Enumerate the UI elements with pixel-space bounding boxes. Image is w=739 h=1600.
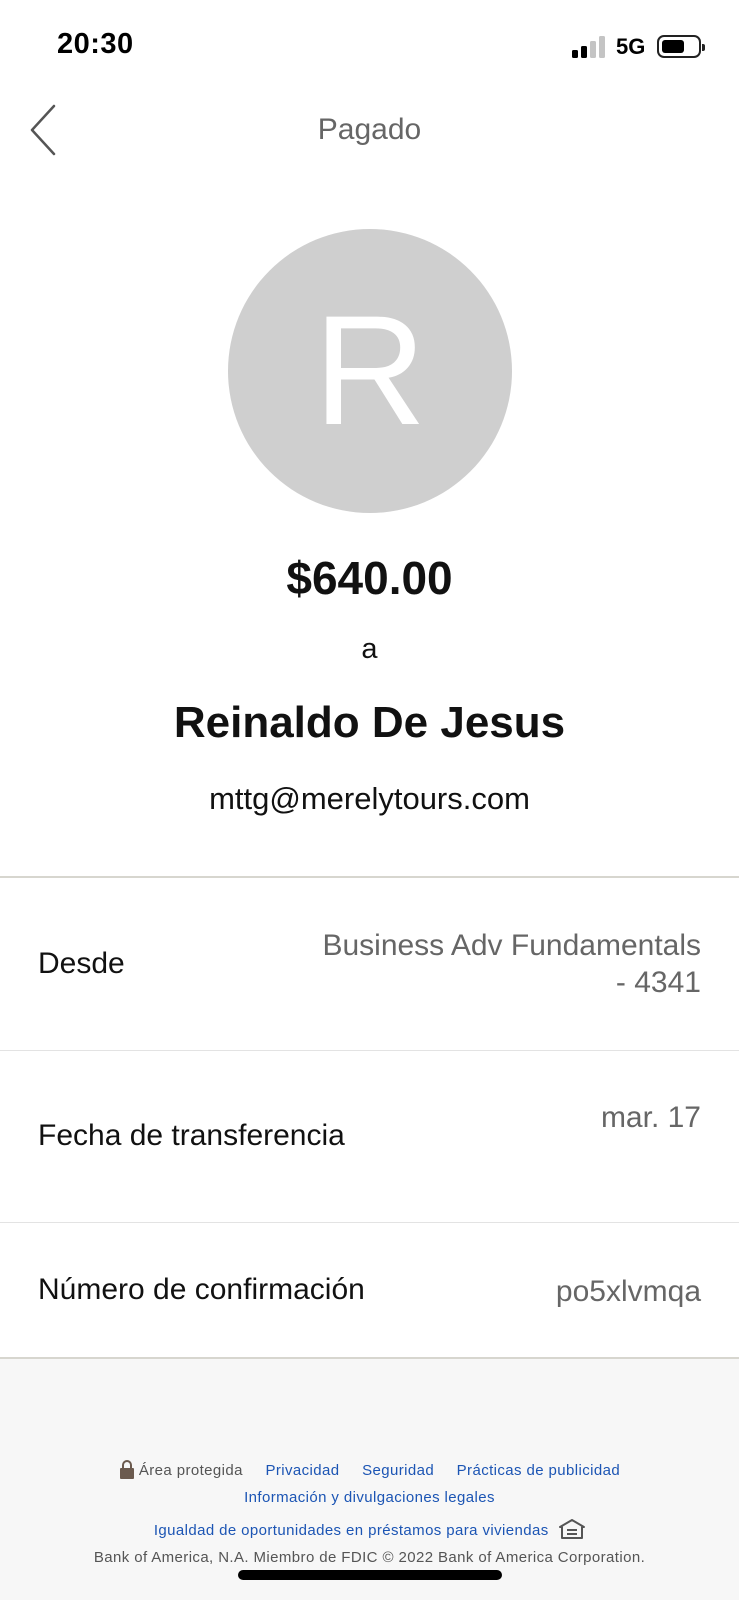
from-label: Desde	[38, 947, 125, 980]
avatar: R	[228, 229, 512, 513]
date-label: Fecha de transferencia	[38, 1119, 345, 1152]
row-divider	[0, 1222, 739, 1223]
from-value: Business Adv Fundamentals - 4341	[322, 927, 701, 1001]
security-link[interactable]: Seguridad	[362, 1462, 434, 1479]
confirmation-label: Número de confirmación	[38, 1273, 365, 1306]
cellular-signal-icon	[572, 36, 606, 58]
copyright: Bank of America, N.A. Miembro de FDIC © …	[93, 1549, 646, 1566]
footer: Área protegida Privacidad Seguridad Prác…	[0, 1359, 739, 1600]
legal-link[interactable]: Información y divulgaciones legales	[244, 1489, 495, 1506]
equal-housing-link[interactable]: Igualdad de oportunidades en préstamos p…	[154, 1522, 549, 1539]
recipient-name: Reinaldo De Jesus	[173, 698, 566, 747]
status-time: 20:30	[57, 28, 134, 60]
payment-amount: $640.00	[286, 552, 453, 604]
secure-area-label: Área protegida	[138, 1462, 243, 1479]
from-account-name: Business Adv Fundamentals	[322, 929, 701, 962]
payment-detail-screen: 20:30 5G Pagado R $640.00 a Reinaldo De …	[0, 0, 739, 1600]
page-title: Pagado	[317, 113, 422, 146]
home-indicator[interactable]	[238, 1570, 502, 1580]
section-divider	[0, 876, 739, 878]
date-value: mar. 17	[600, 1101, 701, 1134]
equal-housing-icon	[559, 1519, 586, 1539]
confirmation-value: po5xlvmqa	[555, 1275, 701, 1308]
to-preposition: a	[361, 633, 378, 665]
secure-area: Área protegida	[119, 1460, 248, 1479]
row-divider	[0, 1050, 739, 1051]
recipient-email: mttg@merelytours.com	[209, 781, 530, 816]
footer-links-row: Área protegida Privacidad Seguridad Prác…	[0, 1459, 739, 1479]
equal-housing-row: Igualdad de oportunidades en préstamos p…	[0, 1519, 739, 1539]
network-type: 5G	[616, 34, 646, 59]
privacy-link[interactable]: Privacidad	[265, 1462, 339, 1479]
legal-row: Información y divulgaciones legales	[0, 1489, 739, 1506]
ad-practices-link[interactable]: Prácticas de publicidad	[457, 1462, 620, 1479]
lock-icon	[119, 1460, 134, 1479]
battery-icon	[657, 35, 705, 58]
avatar-initial: R	[313, 284, 427, 458]
from-account-number: - 4341	[615, 966, 701, 999]
